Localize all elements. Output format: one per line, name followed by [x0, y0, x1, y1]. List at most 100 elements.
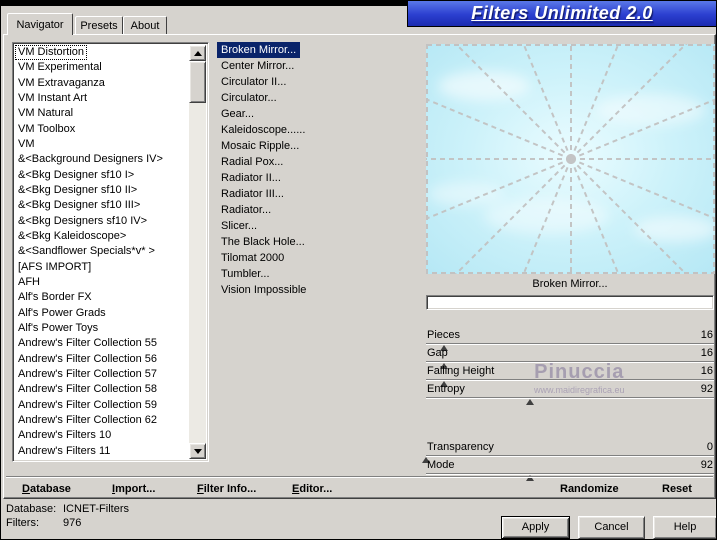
status-filters-value: 976 [63, 517, 82, 529]
category-item[interactable]: AFH [15, 275, 188, 290]
param-value: 16 [700, 365, 713, 377]
param-row: Gap 16 [426, 345, 714, 369]
category-list: VM Distortion VM Experimental VM Extrava… [15, 45, 188, 459]
scroll-up-icon [193, 50, 202, 56]
parameter-group-1: Pieces 16 Gap 16 Falling Height 16 Entro… [426, 327, 714, 405]
status-database: Database: ICNET-Filters [6, 503, 129, 515]
apply-button[interactable]: Apply [501, 516, 570, 539]
filter-item[interactable]: Center Mirror... [217, 58, 417, 74]
filter-item[interactable]: The Black Hole... [217, 234, 417, 250]
param-value: 92 [700, 459, 713, 471]
scroll-down-icon [193, 448, 202, 454]
param-row: Falling Height 16 [426, 363, 714, 387]
import-button[interactable]: Import... [112, 483, 155, 495]
category-item[interactable]: VM Distortion [15, 45, 188, 61]
category-item[interactable]: VM Toolbox [15, 122, 188, 137]
category-item[interactable]: VM [15, 137, 188, 152]
filter-item[interactable]: Broken Mirror... [217, 42, 417, 58]
filter-list: Broken Mirror... Center Mirror... Circul… [217, 42, 417, 302]
filter-item[interactable]: Gear... [217, 106, 417, 122]
tab-presets-label: Presets [80, 20, 118, 32]
category-item[interactable]: &<Bkg Designers sf10 IV> [15, 214, 188, 229]
navigator-tab-page: VM Distortion VM Experimental VM Extrava… [3, 34, 716, 499]
scroll-up-button[interactable] [189, 45, 206, 61]
filter-item[interactable]: Circulator... [217, 90, 417, 106]
tab-about[interactable]: About [123, 16, 167, 35]
filter-info-button[interactable]: Filter Info... [197, 483, 256, 495]
param-slider[interactable] [426, 397, 714, 405]
category-item[interactable]: Andrew's Filter Collection 62 [15, 413, 188, 428]
filter-item[interactable]: Tilomat 2000 [217, 250, 417, 266]
category-item[interactable]: VM Experimental [15, 60, 188, 75]
database-button[interactable]: Database [22, 483, 71, 495]
category-item[interactable]: Alf's Power Toys [15, 321, 188, 336]
param-label: Mode [427, 459, 455, 471]
parameter-group-2: Transparency 0 Mode 92 [422, 439, 714, 481]
filter-item[interactable]: Circulator II... [217, 74, 417, 90]
editor-button[interactable]: Editor... [292, 483, 332, 495]
category-item[interactable]: VM Instant Art [15, 91, 188, 106]
param-label: Pieces [427, 329, 461, 341]
slider-thumb[interactable] [525, 399, 534, 405]
param-value: 16 [700, 347, 713, 359]
category-item[interactable]: Andrew's Filter Collection 55 [15, 336, 188, 351]
status-database-label: Database: [6, 503, 57, 515]
scrollbar-thumb[interactable] [189, 61, 206, 103]
categories-scrollbar[interactable] [189, 45, 206, 459]
scroll-down-button[interactable] [189, 443, 206, 459]
filter-item[interactable]: Radial Pox... [217, 154, 417, 170]
category-item[interactable]: VM Extravaganza [15, 76, 188, 91]
param-row: Entropy 92 [426, 381, 714, 405]
category-item[interactable]: [AFS IMPORT] [15, 260, 188, 275]
category-item[interactable]: Andrew's Filters 11 [15, 444, 188, 459]
tab-presets[interactable]: Presets [75, 16, 123, 35]
reset-button[interactable]: Reset [662, 483, 692, 495]
category-item[interactable]: Andrew's Filter Collection 58 [15, 382, 188, 397]
category-item[interactable]: Andrew's Filter Collection 57 [15, 367, 188, 382]
param-row: Mode 92 [426, 457, 714, 481]
toolbar-divider [6, 476, 713, 478]
category-item[interactable]: &<Bkg Kaleidoscope> [15, 229, 188, 244]
category-item[interactable]: &<Bkg Designer sf10 III> [15, 198, 188, 213]
preview-panel: Broken Mirror... Pieces 16 Gap 16 Fallin… [422, 35, 716, 481]
category-item[interactable]: &<Bkg Designer sf10 II> [15, 183, 188, 198]
category-item[interactable]: &<Background Designers IV> [15, 152, 188, 167]
tab-navigator-label: Navigator [16, 18, 64, 31]
filter-item[interactable]: Radiator II... [217, 170, 417, 186]
filter-item[interactable]: Tumbler... [217, 266, 417, 282]
preview-image [426, 44, 715, 274]
filter-item[interactable]: Vision Impossible [217, 282, 417, 298]
category-item[interactable]: Andrew's Filter Collection 56 [15, 352, 188, 367]
cancel-button[interactable]: Cancel [578, 516, 645, 539]
title-banner: Filters Unlimited 2.0 [407, 1, 716, 27]
progress-bar [426, 295, 714, 310]
param-label: Entropy [427, 383, 465, 395]
param-value: 16 [700, 329, 713, 341]
param-slider[interactable] [426, 473, 714, 481]
param-label: Gap [427, 347, 448, 359]
category-item[interactable]: Andrew's Filter Collection 59 [15, 398, 188, 413]
randomize-button[interactable]: Randomize [560, 483, 619, 495]
param-value: 0 [706, 441, 713, 453]
help-button[interactable]: Help [653, 516, 716, 539]
category-listbox: VM Distortion VM Experimental VM Extrava… [12, 42, 209, 462]
status-filters: Filters: 976 [6, 517, 81, 529]
tab-navigator[interactable]: Navigator [7, 13, 73, 35]
filter-item[interactable]: Slicer... [217, 218, 417, 234]
status-database-value: ICNET-Filters [63, 503, 129, 515]
selected-filter-caption: Broken Mirror... [532, 278, 608, 290]
filter-item[interactable]: Kaleidoscope...... [217, 122, 417, 138]
filter-item[interactable]: Mosaic Ripple... [217, 138, 417, 154]
category-item[interactable]: &<Bkg Designer sf10 I> [15, 168, 188, 183]
status-filters-label: Filters: [6, 517, 39, 529]
filter-item[interactable]: Radiator III... [217, 186, 417, 202]
category-item[interactable]: &<Sandflower Specials*v* > [15, 244, 188, 259]
category-item[interactable]: Alf's Power Grads [15, 306, 188, 321]
filters-unlimited-window: Filters Unlimited 2.0 Navigator Presets … [0, 0, 717, 540]
tab-about-label: About [130, 20, 160, 32]
param-label: Transparency [427, 441, 494, 453]
category-item[interactable]: Andrew's Filters 10 [15, 428, 188, 443]
category-item[interactable]: Alf's Border FX [15, 290, 188, 305]
category-item[interactable]: VM Natural [15, 106, 188, 121]
filter-item[interactable]: Radiator... [217, 202, 417, 218]
